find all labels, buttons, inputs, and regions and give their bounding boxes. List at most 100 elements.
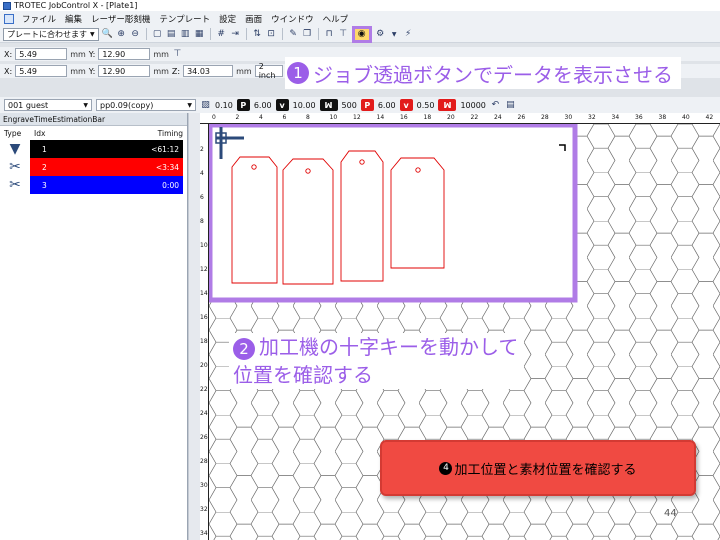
x-label: X: <box>4 49 13 59</box>
new-plate-icon[interactable]: ▢ <box>152 29 163 40</box>
panel-title: EngraveTimeEstimationBar <box>0 113 187 126</box>
main-toolbar: プレートに合わせます ▼ 🔍 ⊕ ⊖ ▢ ▤ ▥ ▦ # ⇥ ⇅ ⊡ ✎ ❐ ⊓… <box>0 25 720 43</box>
material-select[interactable]: pp0.09(copy) ▼ <box>96 99 196 111</box>
speed-cut-chip: v <box>399 99 413 111</box>
param-ppi[interactable]: 500 <box>342 101 357 110</box>
title-bar: TROTEC JobControl X - [Plate1] <box>0 0 720 11</box>
x-field[interactable]: 5.49 <box>15 65 68 77</box>
settings-icon[interactable]: ⚙ <box>375 29 386 40</box>
z-unit: mm <box>236 66 252 76</box>
job-idx: 2 <box>30 158 156 176</box>
ruler-tick-label: 4 <box>200 170 204 177</box>
callout-confirm-text: 加工位置と素材位置を確認する <box>454 462 637 478</box>
callout-passthrough-text: ジョブ透過ボタンでデータを表示させる <box>313 62 673 87</box>
job-row[interactable]: ✂ 3 0:00 <box>0 176 187 194</box>
zoom-icon[interactable]: 🔍 <box>102 29 113 40</box>
ruler-tick-label: 10 <box>329 114 338 121</box>
x-field[interactable]: 5.49 <box>15 48 68 60</box>
ruler-tick-label: 24 <box>200 410 208 417</box>
param-v-cut[interactable]: 0.50 <box>417 101 435 110</box>
z-field[interactable]: 34.03 <box>183 65 234 77</box>
hz-icon: ꟽ <box>438 99 457 111</box>
param-v1[interactable]: 0.10 <box>215 101 233 110</box>
ruler-tick-label: 30 <box>564 114 573 121</box>
job-idx: 3 <box>30 176 163 194</box>
job-timing: <3:34 <box>155 158 183 176</box>
ruler-tick-label: 26 <box>517 114 526 121</box>
menu-view[interactable]: 画面 <box>245 13 262 25</box>
zoom-out-icon[interactable]: ⊖ <box>130 29 141 40</box>
chevron-down-icon: ▼ <box>90 30 95 38</box>
menu-file[interactable]: ファイル <box>22 13 56 25</box>
save-params-icon[interactable]: ▤ <box>505 100 516 111</box>
job-row[interactable]: ▼ 1 <61:12 <box>0 140 187 158</box>
param-p-engrave[interactable]: 6.00 <box>254 101 272 110</box>
menu-edit[interactable]: 編集 <box>65 13 82 25</box>
ruler-tick-label: 10 <box>200 242 208 249</box>
ruler-tick-label: 4 <box>259 114 263 121</box>
print-icon[interactable]: ▦ <box>194 29 205 40</box>
x-unit: mm <box>70 49 86 59</box>
undo-icon[interactable]: ↶ <box>490 100 501 111</box>
callout-crosskey: 2 加工機の十字キーを動かして 位置を確認する <box>229 333 525 389</box>
ruler-tick-label: 8 <box>306 114 310 121</box>
param-v-engrave[interactable]: 10.00 <box>293 101 316 110</box>
ruler-tick-label: 0 <box>212 114 216 121</box>
toolbar-divider <box>245 28 247 40</box>
ruler-tick-label: 28 <box>200 458 208 465</box>
power-engrave-chip: P <box>236 99 250 111</box>
panel-header: Type Idx Timing <box>0 126 187 140</box>
y-unit: mm <box>153 49 169 59</box>
param-hz[interactable]: 10000 <box>460 101 485 110</box>
ruler-tick-label: 14 <box>376 114 385 121</box>
user-value: 001 guest <box>8 100 49 110</box>
ruler-left: 2 4 6 8 10 12 14 16 18 20 22 24 26 28 30 32 34 <box>200 124 209 540</box>
y-field[interactable]: 12.90 <box>98 48 151 60</box>
open-icon[interactable]: ▥ <box>180 29 191 40</box>
dimension-icon[interactable]: ⊡ <box>266 29 277 40</box>
position-icon[interactable]: ⊓ <box>324 29 335 40</box>
ruler-tick-label: 16 <box>200 314 208 321</box>
chevron-down-icon: ▼ <box>83 101 88 109</box>
param-p-cut[interactable]: 6.00 <box>378 101 396 110</box>
material-value: pp0.09(copy) <box>100 100 154 110</box>
window-title: TROTEC JobControl X - [Plate1] <box>14 1 138 10</box>
ruler-tick-label: 22 <box>200 386 208 393</box>
fit-plate-dropdown[interactable]: プレートに合わせます ▼ <box>3 27 99 41</box>
anchor-icon[interactable]: ⊤ <box>172 49 183 60</box>
table-icon[interactable]: ⊤ <box>338 29 349 40</box>
chevron-down-icon[interactable]: ▼ <box>389 29 400 40</box>
x-unit: mm <box>70 66 86 76</box>
menu-help[interactable]: ヘルプ <box>323 13 349 25</box>
zoom-in-icon[interactable]: ⊕ <box>116 29 127 40</box>
hatch-icon[interactable]: ▨ <box>200 100 211 111</box>
job-passthrough-button[interactable]: ◉ <box>351 25 372 43</box>
col-idx: Idx <box>34 128 46 138</box>
edit-icon[interactable]: ✎ <box>288 29 299 40</box>
ruler-tick-label: 18 <box>423 114 432 121</box>
document-icon[interactable] <box>4 13 14 24</box>
menu-settings[interactable]: 設定 <box>219 13 236 25</box>
col-type: Type <box>4 128 22 138</box>
ruler-tick-label: 34 <box>200 530 208 537</box>
ruler-tick-label: 38 <box>658 114 667 121</box>
ruler-tick-label: 14 <box>200 290 208 297</box>
menu-window[interactable]: ウインドウ <box>271 13 314 25</box>
ruler-tick-label: 8 <box>200 218 204 225</box>
job-row[interactable]: ✂ 2 <3:34 <box>0 158 187 176</box>
menu-template[interactable]: テンプレート <box>159 13 210 25</box>
sort-icon[interactable]: ⇅ <box>252 29 263 40</box>
ruler-tick-label: 6 <box>282 114 287 121</box>
save-icon[interactable]: ▤ <box>166 29 177 40</box>
menu-laser[interactable]: レーザー彫刻機 <box>91 13 150 25</box>
laser-icon[interactable]: ⚡ <box>403 29 414 40</box>
user-select[interactable]: 001 guest ▼ <box>4 99 92 111</box>
align-icon[interactable]: ⇥ <box>230 29 241 40</box>
lens-field[interactable]: 2 inch <box>254 62 283 80</box>
panel-scrollbar[interactable] <box>188 113 200 540</box>
grid-icon[interactable]: # <box>216 29 227 40</box>
ruler-tick-label: 12 <box>353 114 361 121</box>
y-field[interactable]: 12.90 <box>98 65 151 77</box>
y-unit: mm <box>153 66 169 76</box>
copy-icon[interactable]: ❐ <box>302 29 313 40</box>
